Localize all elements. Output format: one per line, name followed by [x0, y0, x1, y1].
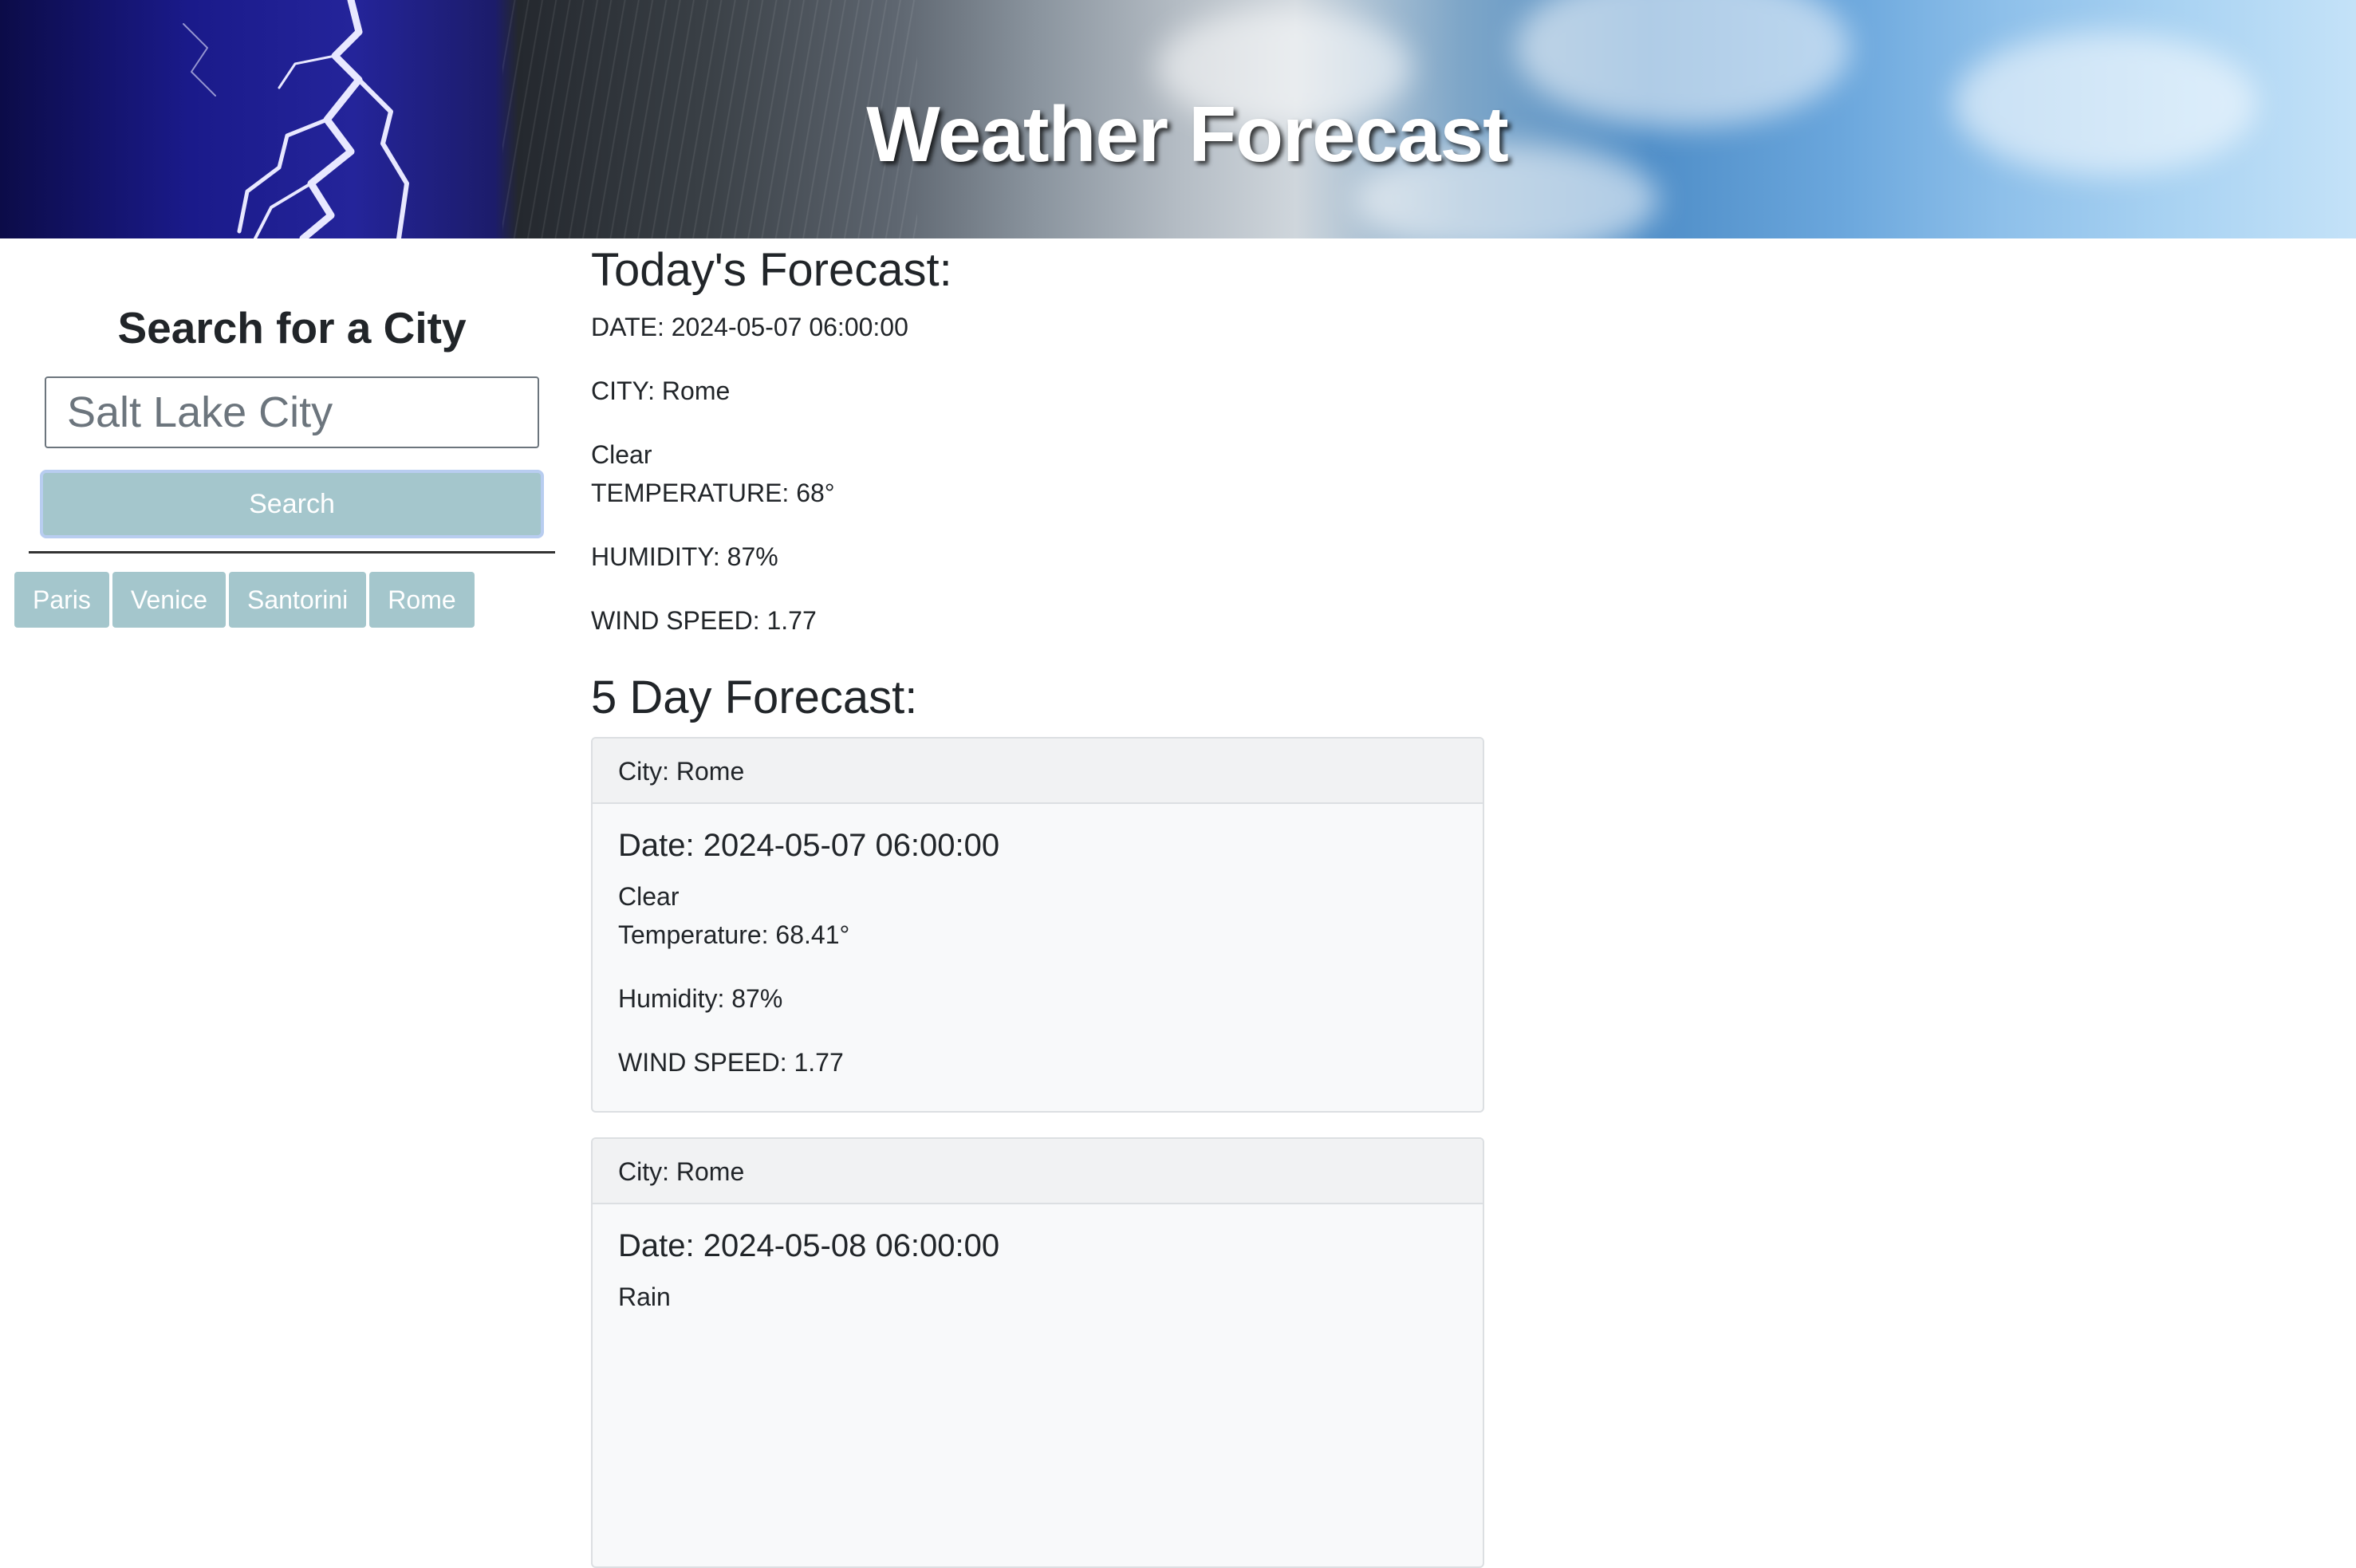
page-title: Weather Forecast [866, 90, 1509, 178]
search-heading: Search for a City [117, 303, 467, 353]
todays-forecast-heading: Today's Forecast: [591, 244, 952, 296]
today-city: CITY: Rome [591, 376, 731, 405]
card-date: Date: 2024-05-07 06:00:00 [618, 828, 1000, 863]
card-humidity: Humidity: 87% [618, 984, 783, 1013]
sidebar-divider [29, 551, 555, 554]
card-wind-speed: WIND SPEED: 1.77 [618, 1048, 844, 1077]
forecast-card: City: Rome Date: 2024-05-07 06:00:00 Cle… [591, 737, 1484, 1113]
search-history: Paris Venice Santorini Rome [14, 572, 475, 628]
history-button-rome[interactable]: Rome [369, 572, 475, 628]
today-humidity: HUMIDITY: 87% [591, 542, 778, 571]
today-wind-speed: WIND SPEED: 1.77 [591, 606, 817, 635]
history-button-paris[interactable]: Paris [14, 572, 109, 628]
forecast-card: City: Rome Date: 2024-05-08 06:00:00 Rai… [591, 1137, 1484, 1568]
today-condition: Clear [591, 440, 652, 469]
five-day-forecast-heading: 5 Day Forecast: [591, 672, 918, 723]
card-city: City: Rome [593, 739, 1483, 804]
card-temperature: Temperature: 68.41° [618, 920, 850, 949]
card-condition: Clear [618, 882, 680, 911]
history-button-venice[interactable]: Venice [112, 572, 226, 628]
search-button[interactable]: Search [40, 470, 544, 538]
history-button-santorini[interactable]: Santorini [228, 572, 367, 628]
today-temperature: TEMPERATURE: 68° [591, 479, 835, 507]
card-city: City: Rome [593, 1139, 1483, 1204]
header-banner: Weather Forecast [0, 0, 2356, 238]
card-date: Date: 2024-05-08 06:00:00 [618, 1228, 1000, 1263]
city-search-input[interactable] [45, 376, 539, 448]
today-date: DATE: 2024-05-07 06:00:00 [591, 313, 908, 341]
card-condition: Rain [618, 1282, 671, 1311]
